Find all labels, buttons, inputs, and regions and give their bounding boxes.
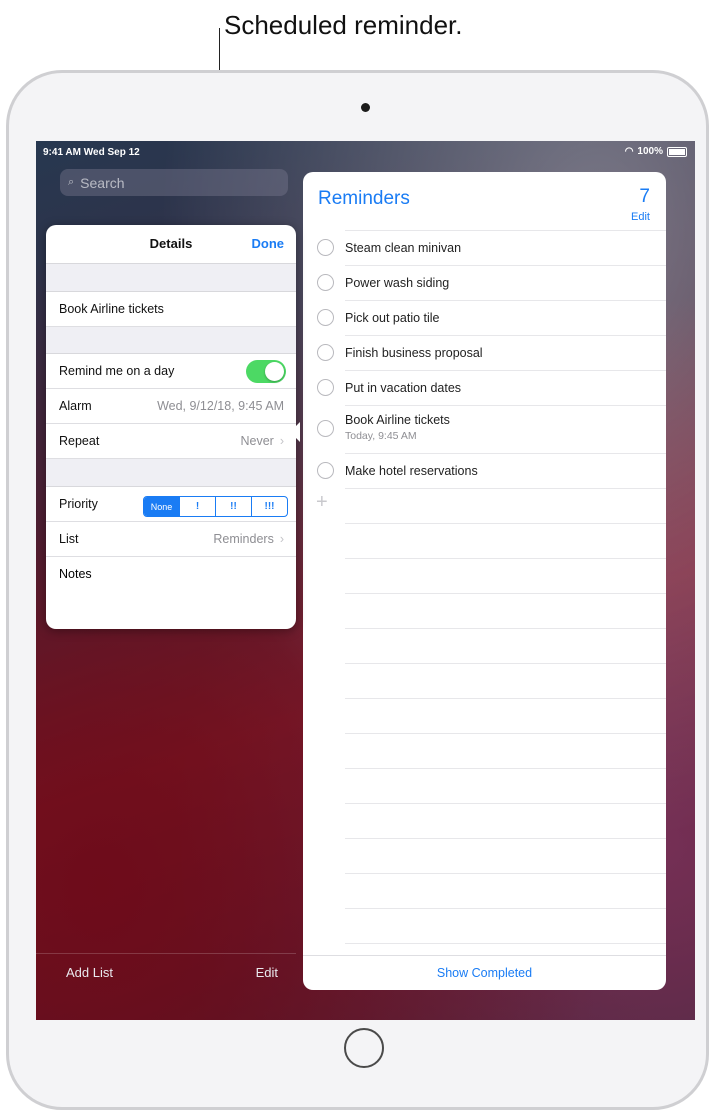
reminder-text: Pick out patio tile <box>345 311 440 325</box>
empty-row <box>345 558 666 593</box>
repeat-label: Repeat <box>59 434 100 448</box>
panel-footer: Show Completed <box>303 955 666 990</box>
status-bar: 9:41 AM Wed Sep 12 ◠ 100% <box>36 141 695 163</box>
alarm-value: Wed, 9/12/18, 9:45 AM <box>157 399 284 413</box>
chevron-right-icon: › <box>279 532 284 546</box>
search-icon: ⌕ <box>68 176 75 188</box>
home-button[interactable] <box>344 1028 384 1068</box>
reminder-item[interactable]: Finish business proposal <box>317 335 666 370</box>
section-gap <box>46 327 296 354</box>
battery-label: 100% <box>637 146 663 157</box>
empty-row <box>345 803 666 838</box>
remind-me-label: Remind me on a day <box>59 364 175 378</box>
empty-row <box>345 873 666 908</box>
alarm-label: Alarm <box>59 399 92 413</box>
sidebar-toolbar: Add List Edit <box>36 953 296 989</box>
reminder-due-date: Today, 9:45 AM <box>345 430 417 442</box>
priority-label: Priority <box>59 497 98 511</box>
empty-row <box>345 733 666 768</box>
status-time: 9:41 AM Wed Sep 12 <box>43 147 140 158</box>
callout-label: Scheduled reminder. <box>224 10 463 40</box>
empty-row <box>345 593 666 628</box>
search-placeholder: Search <box>80 174 125 191</box>
reminder-text: Book Airline tickets <box>345 413 450 427</box>
new-reminder-row[interactable]: + <box>316 488 666 523</box>
repeat-row[interactable]: Repeat Never › <box>46 424 296 459</box>
checkbox-circle[interactable] <box>317 309 334 326</box>
checkbox-circle[interactable] <box>317 379 334 396</box>
list-label: List <box>59 532 79 546</box>
checkbox-circle[interactable] <box>317 344 334 361</box>
checkbox-circle[interactable] <box>317 462 334 479</box>
empty-row <box>345 663 666 698</box>
wifi-icon: ◠ <box>624 146 634 157</box>
empty-row <box>345 768 666 803</box>
title-field[interactable]: Book Airline tickets <box>46 292 296 327</box>
empty-row <box>345 908 666 943</box>
front-camera <box>361 103 370 112</box>
add-list-button[interactable]: Add List <box>66 965 113 980</box>
reminder-title-text: Book Airline tickets <box>59 302 164 316</box>
priority-row: Priority None ! !! !!! <box>46 487 296 522</box>
chevron-right-icon: › <box>279 434 284 448</box>
reminder-item[interactable]: Steam clean minivan <box>317 230 666 265</box>
done-button[interactable]: Done <box>252 236 285 251</box>
empty-row <box>345 523 666 558</box>
list-edit-button[interactable]: Edit <box>631 211 650 223</box>
reminder-text: Power wash siding <box>345 276 450 290</box>
list-row[interactable]: List Reminders › <box>46 522 296 557</box>
status-right: ◠ 100% <box>625 146 687 157</box>
battery-icon <box>667 146 687 157</box>
list-value: Reminders <box>213 532 274 546</box>
reminder-text: Steam clean minivan <box>345 241 462 255</box>
checkbox-circle[interactable] <box>317 239 334 256</box>
show-completed-button[interactable]: Show Completed <box>437 966 532 980</box>
reminder-item[interactable]: Power wash siding <box>317 265 666 300</box>
repeat-value-wrap: Never › <box>240 434 284 448</box>
search-field[interactable]: ⌕ Search <box>60 169 288 196</box>
ipad-screen: 9:41 AM Wed Sep 12 ◠ 100% ⌕ Search Add L… <box>36 141 695 1020</box>
reminder-count: 7 <box>639 186 650 207</box>
reminders-list-panel: Reminders 7 Edit Steam clean minivan Pow… <box>303 172 666 990</box>
empty-row <box>345 698 666 733</box>
priority-segmented-control: None ! !! !!! <box>143 496 288 517</box>
alarm-row[interactable]: Alarm Wed, 9/12/18, 9:45 AM <box>46 389 296 424</box>
reminder-text: Put in vacation dates <box>345 381 462 395</box>
reminder-item[interactable]: Put in vacation dates <box>317 370 666 405</box>
section-gap <box>46 264 296 292</box>
checkbox-circle[interactable] <box>317 420 334 437</box>
checkbox-circle[interactable] <box>317 274 334 291</box>
remind-me-toggle[interactable] <box>246 360 286 383</box>
priority-high-segment[interactable]: !!! <box>251 497 287 516</box>
empty-row <box>345 628 666 663</box>
repeat-value: Never <box>240 434 274 448</box>
section-gap <box>46 459 296 487</box>
notes-field[interactable]: Notes <box>46 557 296 627</box>
popover-header: Details Done <box>46 225 296 264</box>
sidebar-edit-button[interactable]: Edit <box>256 965 278 980</box>
remind-me-row: Remind me on a day <box>46 354 296 389</box>
details-popover: Details Done Book Airline tickets Remind… <box>46 225 296 629</box>
reminder-text: Make hotel reservations <box>345 464 478 478</box>
reminder-item[interactable]: Make hotel reservations <box>317 453 666 488</box>
priority-low-segment[interactable]: ! <box>179 497 215 516</box>
plus-icon[interactable]: + <box>316 491 328 514</box>
reminder-item[interactable]: Pick out patio tile <box>317 300 666 335</box>
popover-arrow <box>290 422 300 442</box>
priority-medium-segment[interactable]: !! <box>215 497 251 516</box>
list-title: Reminders <box>318 188 410 209</box>
priority-none-segment[interactable]: None <box>144 497 179 516</box>
list-value-wrap: Reminders › <box>213 532 284 546</box>
reminder-text: Finish business proposal <box>345 346 483 360</box>
reminder-list: Steam clean minivan Power wash siding Pi… <box>303 230 666 978</box>
empty-row <box>345 838 666 873</box>
notes-label: Notes <box>59 567 92 581</box>
reminder-item-scheduled[interactable]: Book Airline tickets Today, 9:45 AM <box>317 405 666 453</box>
